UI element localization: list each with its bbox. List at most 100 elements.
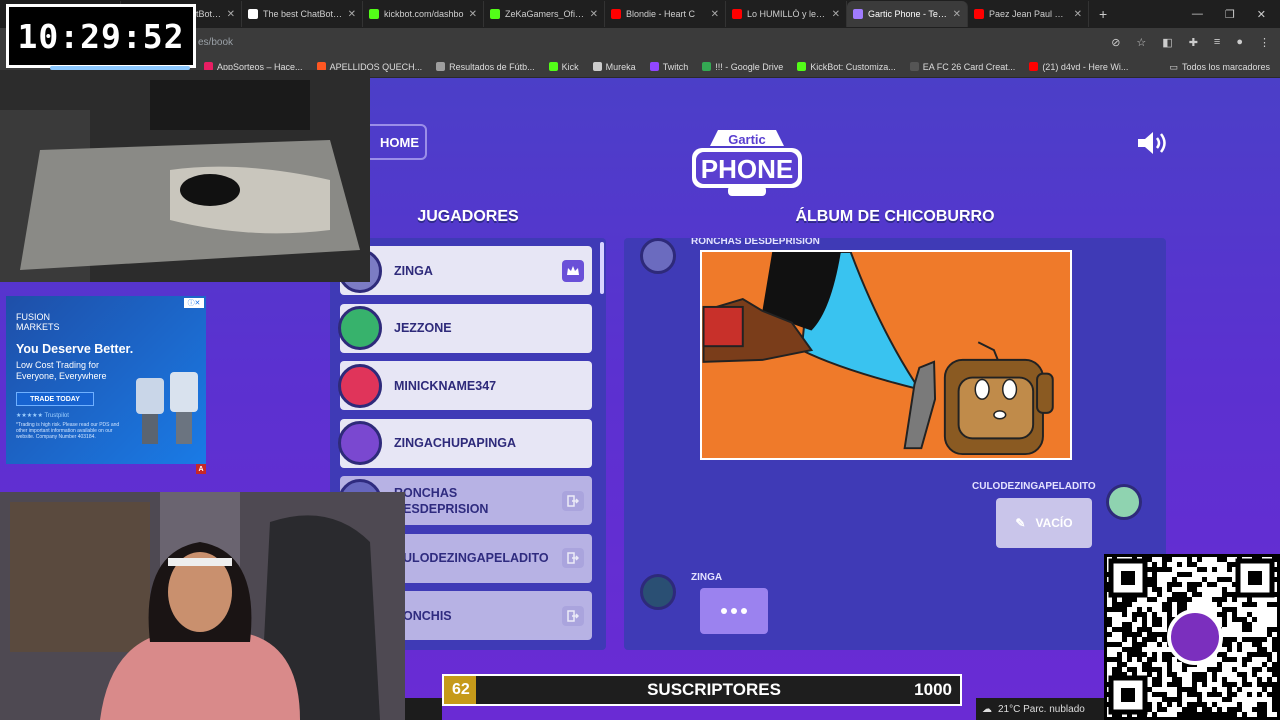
browser-tab[interactable]: Lo HUMILLÓ y le pus ✕ bbox=[726, 1, 847, 27]
player-row: MINICKNAME347 bbox=[338, 361, 592, 410]
empty-label: VACÍO bbox=[1035, 516, 1073, 530]
player-name: ZINGA bbox=[394, 263, 433, 278]
player-drawing bbox=[700, 250, 1072, 460]
logo-bottom-text: PHONE bbox=[701, 154, 793, 184]
minimize-icon[interactable]: — bbox=[1192, 8, 1203, 21]
ad-subtext: Low Cost Trading for Everyone, Everywher… bbox=[16, 360, 107, 381]
all-bookmarks[interactable]: ▭ Todos los marcadores bbox=[1169, 56, 1270, 78]
bookmark-item[interactable]: !!! - Google Drive bbox=[702, 62, 783, 72]
tab-title: Paez Jean Paul @ M bbox=[989, 9, 1069, 19]
bookmark-label: EA FC 26 Card Creat... bbox=[922, 61, 1016, 72]
ad-banner[interactable]: FUSION MARKETS You Deserve Better. Low C… bbox=[6, 296, 206, 464]
tab-title: kickbot.com/dashbo bbox=[384, 9, 464, 19]
webcam-bottom bbox=[0, 492, 405, 720]
subscriber-goal: 1000 bbox=[914, 680, 952, 699]
tab-close-icon[interactable]: ✕ bbox=[348, 9, 356, 20]
bookmark-label: KickBot: Customiza... bbox=[810, 61, 896, 72]
new-tab-button[interactable]: + bbox=[1089, 6, 1117, 22]
bookmark-item[interactable]: Mureka bbox=[592, 62, 636, 72]
bookmark-item[interactable]: KickBot: Customiza... bbox=[797, 62, 896, 72]
weather-text: 21°C Parc. nublado bbox=[998, 703, 1085, 715]
tab-close-icon[interactable]: ✕ bbox=[590, 9, 598, 20]
gartic-phone-logo: Gartic PHONE bbox=[692, 130, 802, 196]
browser-tab[interactable]: Paez Jean Paul @ M ✕ bbox=[968, 1, 1089, 27]
empty-answer-box: ✎ VACÍO bbox=[996, 498, 1092, 548]
exit-icon[interactable] bbox=[562, 605, 584, 626]
bookmark-item[interactable]: Resultados de Fútb... bbox=[436, 62, 535, 72]
tab-close-icon[interactable]: ✕ bbox=[227, 9, 235, 20]
player-avatar bbox=[338, 306, 382, 350]
bookmark-item[interactable]: Twitch bbox=[649, 62, 688, 72]
player-name: CULODEZINGAPELADITO bbox=[394, 551, 549, 565]
browser-tab[interactable]: Gartic Phone - Teléfo ✕ bbox=[847, 1, 968, 27]
tab-favicon-icon bbox=[490, 9, 500, 19]
taskbar-weather[interactable]: ☁ 21°C Parc. nublado bbox=[976, 698, 1104, 720]
url-text[interactable]: es/book bbox=[198, 37, 233, 48]
ad-cta-button[interactable]: TRADE TODAY bbox=[16, 392, 94, 406]
ad-disclaimer: *Trading is high risk. Please read our P… bbox=[16, 422, 120, 440]
extension-icon[interactable]: ◧ bbox=[1162, 36, 1172, 49]
bookmark-favicon-icon bbox=[909, 62, 919, 71]
subscriber-goal-bar: 62 SUSCRIPTORES 1000 bbox=[442, 674, 962, 706]
bookmark-item[interactable]: Kick bbox=[548, 62, 579, 72]
close-window-icon[interactable]: ✕ bbox=[1257, 8, 1266, 21]
clock-accent-bar bbox=[50, 66, 190, 70]
exit-icon[interactable] bbox=[562, 490, 584, 511]
bookmark-favicon-icon bbox=[436, 62, 446, 71]
tab-title: Lo HUMILLÓ y le pus bbox=[747, 9, 827, 19]
all-bookmarks-label: Todos los marcadores bbox=[1181, 62, 1270, 72]
tab-title: ZeKaGamers_Oficial bbox=[505, 9, 585, 19]
exit-icon[interactable] bbox=[562, 548, 584, 568]
profile-icon[interactable]: ● bbox=[1236, 36, 1243, 49]
browser-tab[interactable]: Blondie - Heart C ✕ bbox=[605, 1, 726, 27]
browser-tab[interactable]: kickbot.com/dashbo ✕ bbox=[363, 1, 484, 27]
browser-tab[interactable]: The best ChatBot and ✕ bbox=[242, 1, 363, 27]
taskbar-left bbox=[405, 698, 442, 720]
puzzle-icon[interactable]: ✚ bbox=[1189, 36, 1198, 49]
bookmark-favicon-icon bbox=[702, 62, 712, 71]
tab-favicon-icon bbox=[974, 9, 984, 19]
typing-dot bbox=[731, 608, 737, 614]
browser-tab[interactable]: ZeKaGamers_Oficial ✕ bbox=[484, 1, 605, 27]
drawer-name: RONCHAS DESDEPRISION bbox=[691, 238, 820, 247]
player-row: ZINGACHUPAPINGA bbox=[338, 418, 592, 468]
bookmark-item[interactable]: (21) d4vd - Here Wi... bbox=[1029, 62, 1128, 72]
bookmark-favicon-icon bbox=[797, 62, 807, 71]
bookmark-label: Resultados de Fútb... bbox=[449, 61, 535, 72]
tab-close-icon[interactable]: ✕ bbox=[832, 9, 840, 20]
bookmark-item[interactable]: EA FC 26 Card Creat... bbox=[909, 61, 1016, 72]
cloud-icon: ☁ bbox=[982, 703, 992, 715]
menu-icon[interactable]: ⋮ bbox=[1259, 36, 1270, 49]
tab-favicon-icon bbox=[248, 9, 258, 19]
typing-dot bbox=[721, 608, 727, 614]
restore-icon[interactable]: ❐ bbox=[1225, 8, 1235, 21]
media-icon[interactable]: ≡ bbox=[1214, 36, 1220, 49]
player-row: ZINGA bbox=[338, 246, 592, 295]
bookmark-favicon-icon bbox=[649, 62, 659, 71]
album-panel: RONCHAS DESDEPRISION CULODEZINGAPELADITO… bbox=[624, 238, 1166, 650]
ad-close-icon[interactable]: ⓘ✕ bbox=[184, 298, 204, 308]
players-scrollbar[interactable] bbox=[600, 242, 604, 294]
tab-favicon-icon bbox=[732, 9, 742, 19]
tab-close-icon[interactable]: ✕ bbox=[711, 9, 719, 20]
webcam-top-image bbox=[0, 70, 370, 282]
crown-icon bbox=[562, 259, 584, 282]
tab-close-icon[interactable]: ✕ bbox=[953, 9, 961, 20]
home-button[interactable]: HOME bbox=[360, 124, 427, 160]
block-icon[interactable]: ⊘ bbox=[1111, 36, 1120, 49]
subscriber-label: SUSCRIPTORES bbox=[647, 680, 781, 699]
webcam-top bbox=[0, 70, 370, 282]
drawer-avatar bbox=[640, 238, 676, 274]
tab-close-icon[interactable]: ✕ bbox=[1074, 9, 1082, 20]
waiting-avatar bbox=[640, 574, 676, 610]
tab-favicon-icon bbox=[853, 9, 863, 19]
bookmark-label: (21) d4vd - Here Wi... bbox=[1042, 61, 1129, 72]
tab-title: The best ChatBot and bbox=[263, 9, 343, 19]
tab-favicon-icon bbox=[611, 9, 621, 19]
typing-indicator bbox=[700, 588, 768, 634]
tab-close-icon[interactable]: ✕ bbox=[469, 9, 477, 20]
speaker-icon[interactable] bbox=[1136, 130, 1170, 156]
bookmark-star-icon[interactable]: ☆ bbox=[1136, 36, 1146, 49]
pencil-icon: ✎ bbox=[1015, 516, 1026, 530]
player-row: JEZZONE bbox=[338, 303, 592, 353]
